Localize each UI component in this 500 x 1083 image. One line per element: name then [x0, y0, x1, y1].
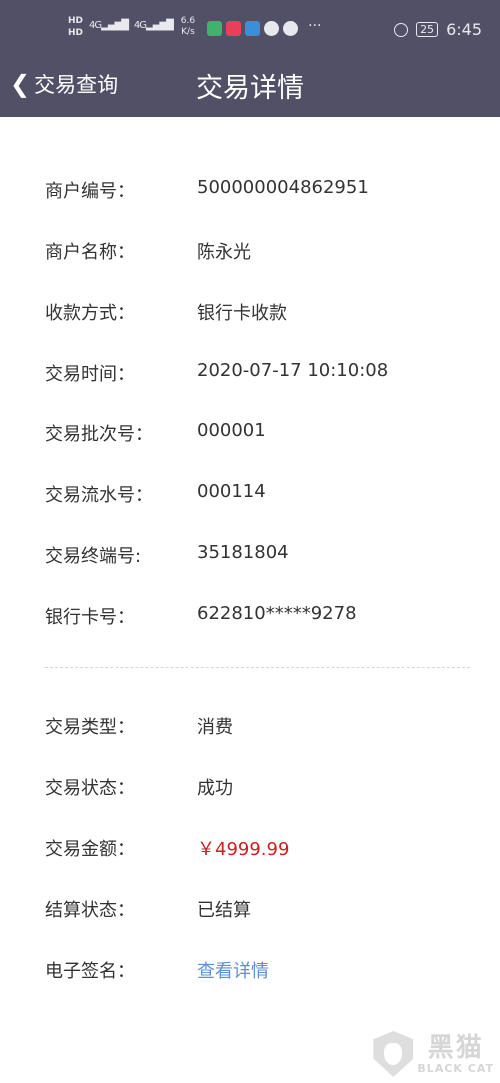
summary-label: 交易状态： — [45, 778, 135, 799]
cat-shield-logo-icon — [373, 1031, 414, 1077]
signal-icon-2: 4G▂▄▆█ — [133, 20, 174, 31]
clock: 6:45 — [446, 20, 482, 39]
detail-label: 交易终端号: — [45, 546, 142, 567]
alarm-icon — [394, 22, 409, 37]
detail-value: 000001 — [197, 420, 266, 441]
detail-value: 622810*****9278 — [197, 603, 357, 624]
detail-row-terminal-number: 交易终端号: 35181804 — [0, 534, 500, 574]
app-notification-icon — [207, 21, 223, 36]
detail-value: 陈永光 — [197, 242, 251, 263]
detail-value: 2020-07-17 10:10:08 — [197, 360, 389, 381]
section-divider — [45, 667, 470, 668]
summary-row-settlement-status: 结算状态： 已结算 — [0, 888, 500, 928]
network-type-2: 4G — [133, 20, 147, 31]
watermark: 黑猫 BLACK CAT — [373, 1031, 494, 1077]
summary-value: 成功 — [197, 778, 233, 799]
summary-label: 电子签名： — [45, 961, 135, 982]
detail-row-merchant-id: 商户编号： 500000004862951 — [0, 169, 500, 209]
location-icon — [264, 21, 280, 36]
summary-value: 已结算 — [197, 900, 251, 921]
amount-value: ￥4999.99 — [197, 839, 290, 860]
hd-indicators: HD HD — [68, 16, 83, 38]
more-notifications-icon: ··· — [308, 18, 322, 34]
summary-label: 交易金额： — [45, 839, 135, 860]
detail-row-transaction-time: 交易时间： 2020-07-17 10:10:08 — [0, 352, 500, 392]
detail-value: 500000004862951 — [197, 177, 369, 198]
summary-row-transaction-status: 交易状态： 成功 — [0, 766, 500, 806]
network-type-1: 4G — [89, 20, 102, 31]
detail-row-merchant-name: 商户名称： 陈永光 — [0, 230, 500, 270]
detail-row-serial-number: 交易流水号： 000114 — [0, 473, 500, 513]
top-bar: HD HD 4G▂▄▆█ 4G▂▄▆█ 6.6 K/s ··· 25 6:45 — [0, 0, 500, 117]
watermark-cn: 黑猫 — [427, 1032, 484, 1063]
detail-label: 交易时间： — [45, 364, 135, 385]
hd-badge-1: HD — [68, 16, 84, 26]
detail-row-card-number: 银行卡号： 622810*****9278 — [0, 595, 500, 635]
status-right: 25 6:45 — [394, 20, 482, 39]
detail-label: 银行卡号： — [45, 607, 135, 628]
notification-icons — [207, 21, 299, 36]
network-speed: 6.6 K/s — [181, 16, 195, 38]
cat-silhouette-icon — [384, 1043, 403, 1065]
detail-label: 商户编号： — [45, 181, 135, 202]
browser-app-icon — [245, 21, 261, 36]
detail-value: 000114 — [197, 481, 266, 502]
summary-row-transaction-type: 交易类型： 消费 — [0, 705, 500, 745]
summary-value: 消费 — [197, 717, 233, 738]
detail-row-batch-number: 交易批次号： 000001 — [0, 412, 500, 452]
detail-label: 交易批次号： — [45, 424, 153, 445]
speed-unit: K/s — [181, 27, 195, 37]
detail-label: 收款方式： — [45, 303, 135, 324]
detail-value: 银行卡收款 — [197, 303, 287, 324]
summary-label: 结算状态： — [45, 900, 135, 921]
detail-row-payment-method: 收款方式： 银行卡收款 — [0, 291, 500, 331]
view-signature-link[interactable]: 查看详情 — [197, 957, 269, 983]
navigation-bar: ❮ 交易查询 交易详情 — [0, 60, 500, 117]
summary-row-e-signature: 电子签名： 查看详情 — [0, 949, 500, 989]
signal-icon-1: 4G▂▄▆█ — [89, 20, 129, 31]
battery-icon: 25 — [416, 22, 439, 37]
summary-row-transaction-amount: 交易金额： ￥4999.99 — [0, 827, 500, 867]
message-bubble-icon — [283, 21, 299, 36]
watermark-en: BLACK CAT — [417, 1061, 494, 1075]
hd-badge-2: HD — [68, 28, 84, 38]
detail-value: 35181804 — [197, 542, 289, 563]
speed-value: 6.6 — [180, 16, 196, 26]
status-bar: HD HD 4G▂▄▆█ 4G▂▄▆█ 6.6 K/s ··· 25 6:45 — [0, 0, 500, 60]
watermark-text: 黑猫 BLACK CAT — [417, 1034, 494, 1075]
detail-label: 商户名称： — [45, 242, 135, 263]
page-title: 交易详情 — [196, 73, 304, 104]
detail-label: 交易流水号： — [45, 485, 153, 506]
video-app-icon — [226, 21, 242, 36]
summary-label: 交易类型： — [45, 717, 135, 738]
status-left: HD HD 4G▂▄▆█ 4G▂▄▆█ 6.6 K/s ··· — [68, 16, 321, 38]
